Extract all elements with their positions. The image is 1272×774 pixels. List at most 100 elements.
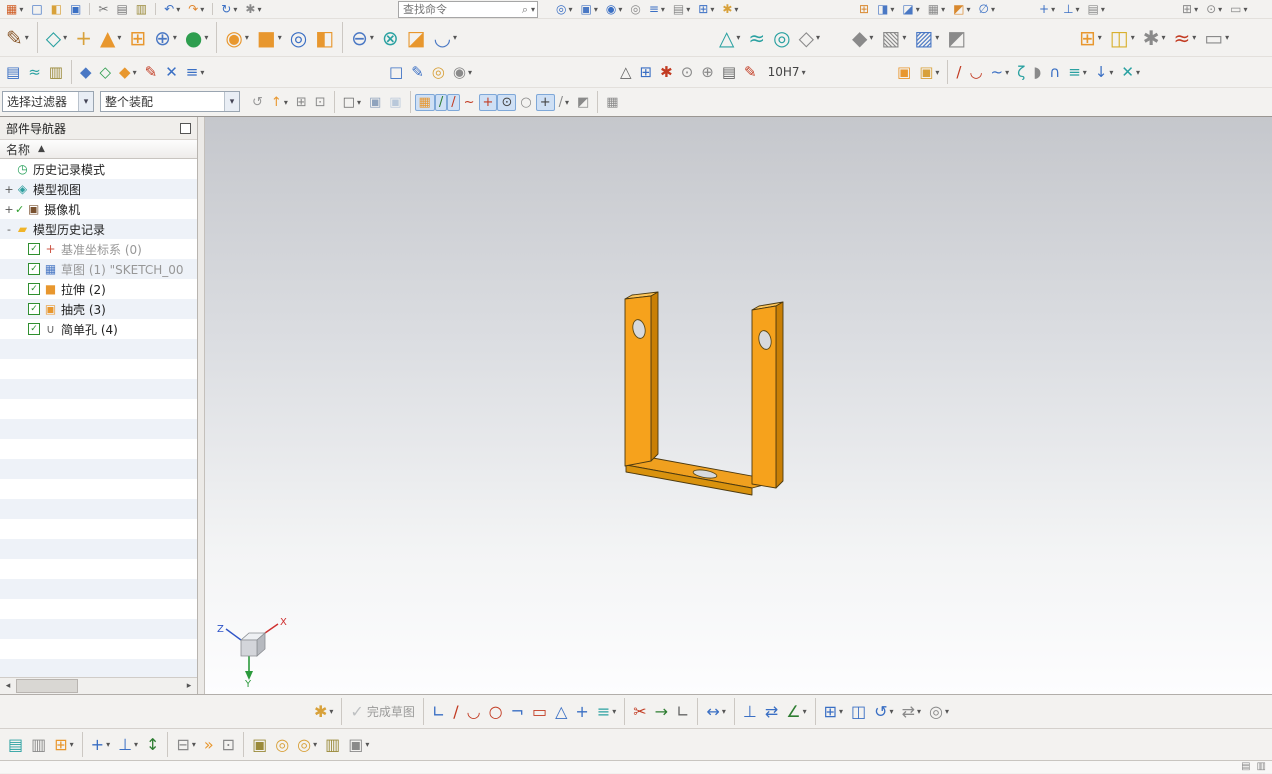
paste-button[interactable]: ▥ [132, 1, 151, 17]
datum-plane-button[interactable]: ◇ ▾ [42, 26, 71, 50]
convert-reference-dropdown-icon[interactable]: ▾ [917, 707, 921, 716]
thread-ring-button[interactable]: ◎ [428, 63, 449, 82]
datum-csys-checkbox[interactable]: ✓ [28, 243, 40, 255]
triad-cube-front-face[interactable] [240, 639, 258, 657]
gear-toolbox-dropdown-icon[interactable]: ▾ [1161, 33, 1165, 42]
pattern-feature-button[interactable]: ⊞ [125, 26, 150, 50]
intersect-curve-dropdown-icon[interactable]: ▾ [1136, 68, 1140, 77]
simple-hole-checkbox[interactable]: ✓ [28, 323, 40, 335]
app-menu-dropdown-icon[interactable]: ▾ [19, 5, 23, 14]
scroll-right-button[interactable]: ▸ [181, 678, 197, 694]
wave-interface-dropdown-icon[interactable]: ▾ [313, 740, 317, 749]
orient-to-sketch-dropdown-icon[interactable]: ▾ [329, 707, 333, 716]
subtract-button[interactable]: ⊖ ▾ [347, 26, 378, 50]
bracket-left-plate-side-face[interactable] [650, 291, 659, 462]
orient-to-sketch-button[interactable]: ✱ ▾ [310, 702, 337, 722]
tree-column-header[interactable]: 名称 ▲ [0, 140, 197, 159]
open-file-button[interactable]: ◧ [47, 1, 66, 17]
tree-item-model-history[interactable]: - ▰ 模型历史记录 [0, 219, 197, 239]
point-set-button[interactable]: ● ▾ [181, 26, 212, 50]
window-button[interactable]: ▣ ▾ [577, 1, 602, 17]
assembly-constraints-dropdown-icon[interactable]: ▾ [1076, 5, 1080, 14]
extrude-dropdown-icon[interactable]: ▾ [117, 33, 121, 42]
component-stack-button[interactable]: ▤ [4, 735, 27, 755]
cut-button[interactable]: ✂ [94, 1, 112, 17]
pattern-display-dropdown-icon[interactable]: ▾ [710, 5, 714, 14]
layer-settings-button[interactable]: ≡ ▾ [645, 1, 669, 17]
make-corner-button[interactable]: ∟ [672, 702, 693, 722]
tube-button[interactable]: ◎ [769, 26, 794, 50]
swept-button[interactable]: ≈ [744, 26, 769, 50]
ruler-button[interactable]: ▭ ▾ [1226, 1, 1251, 17]
scroll-left-button[interactable]: ◂ [0, 678, 16, 694]
quick-trim-button[interactable]: ✂ [629, 702, 650, 722]
geometric-constraints-button[interactable]: ⊥ [739, 702, 761, 722]
product-interface-button[interactable]: ▥ [321, 735, 344, 755]
patch-surface-button[interactable]: ▧ ▾ [877, 26, 910, 50]
arc-curve-button[interactable]: ◡ [965, 63, 986, 82]
tree-item-simple-hole[interactable]: ✓ ∪ 简单孔 (4) [0, 319, 197, 339]
mirror-geometry-dropdown-icon[interactable]: ▾ [1131, 33, 1135, 42]
up-one-level-button[interactable]: ↑ ▾ [267, 94, 292, 111]
fillet-button[interactable]: ¬ [507, 702, 528, 722]
interpart-copy-button[interactable]: ◎ [271, 735, 293, 755]
display-mode-dropdown-icon[interactable]: ▾ [941, 5, 945, 14]
move-face-dropdown-icon[interactable]: ▾ [890, 5, 894, 14]
edge-blend-button[interactable]: ◡ ▾ [430, 26, 461, 50]
expander-cameras[interactable]: + [3, 203, 15, 216]
expander-model-history[interactable]: - [3, 223, 15, 236]
bracket-model[interactable] [615, 287, 795, 502]
snap-intersection-button[interactable]: + [478, 93, 498, 111]
block-button[interactable]: ■ ▾ [253, 26, 286, 50]
tree-item-cameras[interactable]: + ✓ ▣ 摄像机 [0, 199, 197, 219]
direct-sketch-button[interactable]: ✎ ▾ [2, 26, 33, 50]
profile-button[interactable]: ∟ [428, 702, 449, 722]
extrude-checkbox[interactable]: ✓ [28, 283, 40, 295]
z-axis-label[interactable]: Z [217, 624, 224, 635]
bridge-curve-button[interactable]: ∩ [1045, 63, 1064, 82]
mirror-geometry-button[interactable]: ◫ ▾ [1106, 26, 1139, 50]
dimension-edit-button[interactable]: ✎ [740, 63, 761, 82]
group-select-button[interactable]: ⊡ [311, 94, 330, 111]
highlight-body-button[interactable]: ▣ [365, 94, 385, 111]
snap-point-on-curve-button[interactable]: / ▾ [555, 94, 573, 111]
rectangle-button[interactable]: ▭ [528, 702, 551, 722]
grid-settings-button[interactable]: ⊞ ▾ [1178, 1, 1202, 17]
structure-cube-button[interactable]: ▣ ▾ [344, 735, 373, 755]
arc-button[interactable]: ◡ [463, 702, 485, 722]
snap-control-point-button[interactable]: ~ [460, 94, 479, 111]
command-search-input[interactable] [401, 2, 521, 17]
assembly-constraints-button[interactable]: ⊥ ▾ [1059, 1, 1083, 17]
layer-settings-dropdown-icon[interactable]: ▾ [661, 5, 665, 14]
revolve-button[interactable]: ◉ ▾ [221, 26, 252, 50]
sheet-button[interactable]: □ [385, 63, 407, 82]
pattern-display-button[interactable]: ⊞ ▾ [694, 1, 718, 17]
bolt-circle-button[interactable]: ⊙ [677, 63, 698, 82]
app-menu-button[interactable]: ▦ ▾ [2, 1, 27, 17]
repeat-command-dropdown-icon[interactable]: ▾ [233, 5, 237, 14]
datum-csys-button[interactable]: + [71, 26, 96, 50]
filter-reset-button[interactable]: ↺ [248, 94, 267, 111]
trim-body-button[interactable]: ◪ [403, 26, 430, 50]
sew-dropdown-icon[interactable]: ▾ [935, 33, 939, 42]
view-orientation-triad[interactable]: Z X Y [213, 614, 291, 688]
shell-checkbox[interactable]: ✓ [28, 303, 40, 315]
arrangements-dropdown-icon[interactable]: ▾ [192, 740, 196, 749]
convert-reference-button[interactable]: ⇄ ▾ [898, 702, 925, 722]
undo-dropdown-icon[interactable]: ▾ [176, 5, 180, 14]
move-component-dropdown-icon[interactable]: ▾ [1051, 5, 1055, 14]
snap-point-on-curve-dropdown-icon[interactable]: ▾ [565, 98, 569, 107]
touch-mode-button[interactable]: ✱ ▾ [241, 1, 265, 17]
detail-feature-dropdown-icon[interactable]: ▾ [736, 33, 740, 42]
redo-dropdown-icon[interactable]: ▾ [200, 5, 204, 14]
snap-arc-center-button[interactable]: ⊙ [497, 93, 517, 111]
snap-midpoint-button[interactable]: / [447, 93, 460, 111]
show-degrees-of-freedom-button[interactable]: ↕ [142, 735, 163, 755]
offset-curve-3d-button[interactable]: ≡ ▾ [1064, 63, 1091, 82]
center-mark-button[interactable]: ⊕ [697, 63, 718, 82]
spring-toolbox-dropdown-icon[interactable]: ▾ [1192, 33, 1196, 42]
annotate-button[interactable]: ✕ [161, 63, 182, 82]
direct-sketch-dropdown-icon[interactable]: ▾ [25, 33, 29, 42]
spline-button[interactable]: ~ ▾ [987, 63, 1014, 82]
intersect-button[interactable]: ⊗ [378, 26, 403, 50]
